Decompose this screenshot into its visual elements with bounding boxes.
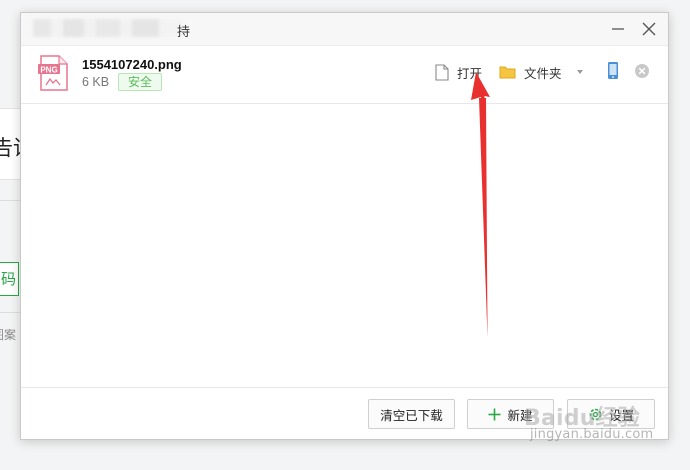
- minimize-button[interactable]: [608, 19, 628, 39]
- download-item-row[interactable]: PNG 1554107240.png 6 KB 安全 打开 文件夹: [21, 46, 668, 104]
- file-name[interactable]: 1554107240.png: [82, 57, 182, 72]
- background-green-button[interactable]: 码: [0, 262, 19, 296]
- watermark-url: jingyan.baidu.com: [530, 427, 654, 442]
- folder-label: 文件夹: [524, 66, 562, 81]
- clear-downloaded-button[interactable]: 清空已下载: [368, 399, 455, 429]
- send-to-phone-button[interactable]: [606, 61, 620, 81]
- dialog-title: 持: [177, 24, 191, 39]
- open-button[interactable]: 打开: [435, 63, 482, 81]
- document-icon: [435, 63, 449, 81]
- png-file-icon: PNG: [38, 55, 68, 91]
- background-heading: 告诉: [0, 137, 22, 160]
- remove-icon: [635, 64, 649, 78]
- remove-item-button[interactable]: [634, 63, 650, 79]
- close-button[interactable]: [639, 19, 659, 39]
- svg-text:PNG: PNG: [40, 66, 57, 75]
- file-size: 6 KB: [82, 75, 110, 89]
- open-folder-button[interactable]: 文件夹: [499, 63, 562, 81]
- plus-icon: [488, 408, 501, 421]
- close-icon: [642, 22, 656, 36]
- blurred-title: [33, 19, 183, 37]
- background-small-text: 图案: [0, 328, 17, 342]
- folder-dropdown[interactable]: [575, 64, 585, 80]
- download-dialog: 持 PNG 1554107240.png 6 KB 安全 打开 文件夹 清空已下…: [20, 12, 669, 440]
- open-label: 打开: [457, 66, 483, 81]
- folder-icon: [499, 66, 516, 79]
- caret-down-icon: [577, 70, 583, 74]
- clear-downloaded-label: 清空已下载: [380, 408, 443, 423]
- phone-icon: [608, 62, 618, 79]
- dialog-titlebar[interactable]: 持: [21, 13, 668, 46]
- status-badge: 安全: [118, 73, 163, 91]
- watermark: Baidu经验 jingyan.baidu.com: [524, 406, 653, 442]
- minimize-icon: [612, 28, 624, 30]
